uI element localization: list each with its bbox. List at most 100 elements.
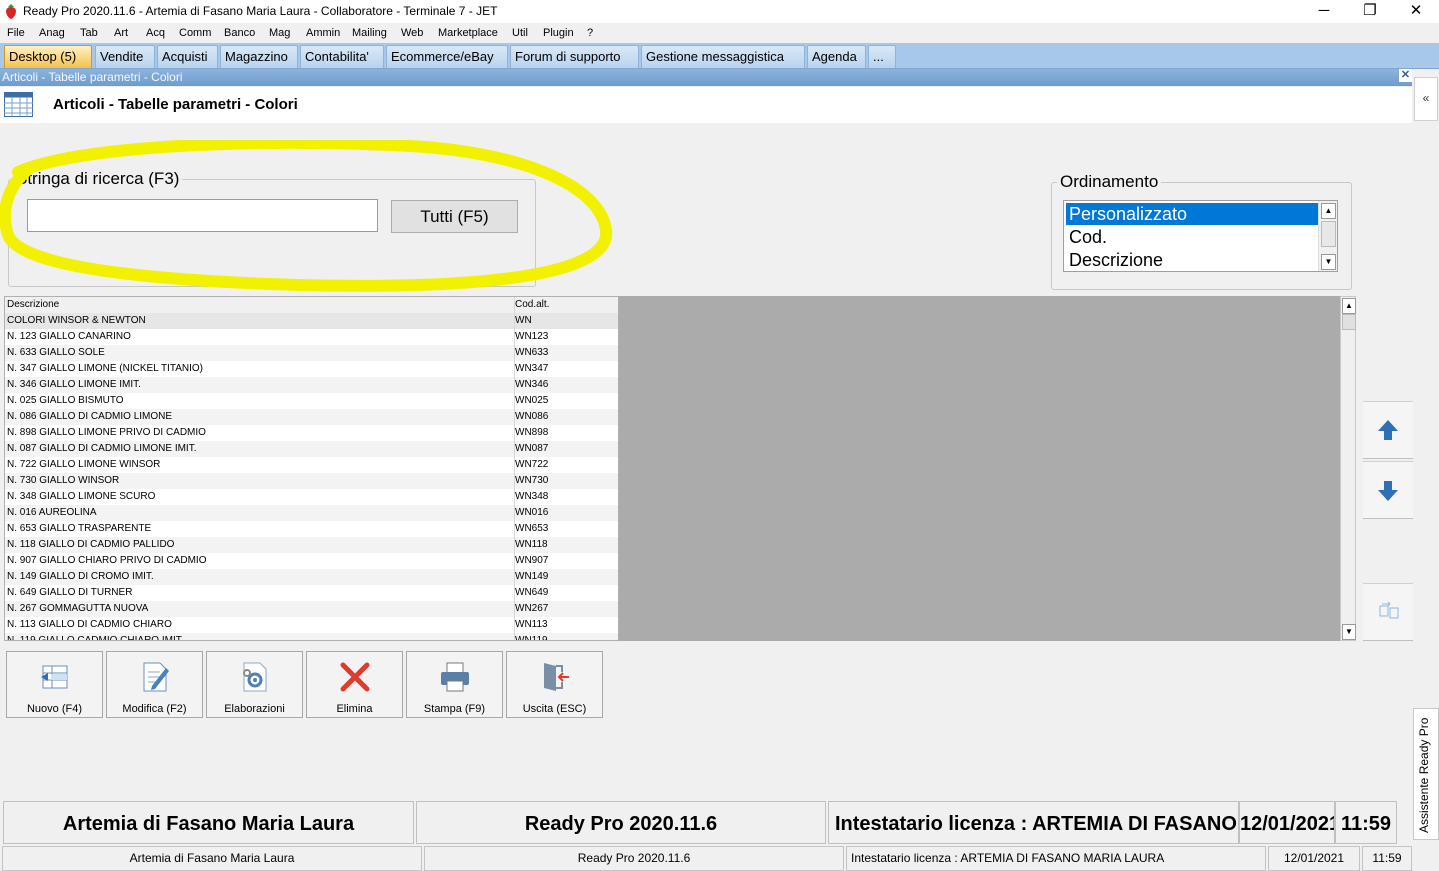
cell-descrizione: N. 086 GIALLO DI CADMIO LIMONE: [7, 411, 173, 422]
grid-empty-area: [619, 296, 1340, 641]
menu-ammin[interactable]: Ammin: [306, 27, 340, 39]
table-row[interactable]: N. 907 GIALLO CHIARO PRIVO DI CADMIO WN90…: [5, 553, 618, 569]
print-button[interactable]: Stampa (F9): [406, 651, 503, 718]
process-button[interactable]: Elaborazioni: [206, 651, 303, 718]
menu-comm[interactable]: Comm: [179, 27, 211, 39]
table-row[interactable]: N. 348 GIALLO LIMONE SCURO WN348: [5, 489, 618, 505]
edit-icon: [143, 662, 169, 692]
menu-banco[interactable]: Banco: [224, 27, 255, 39]
table-row[interactable]: N. 118 GIALLO DI CADMIO PALLIDO WN118: [5, 537, 618, 553]
table-row[interactable]: N. 086 GIALLO DI CADMIO LIMONE WN086: [5, 409, 618, 425]
move-up-button[interactable]: [1363, 401, 1413, 459]
tab-vendite[interactable]: Vendite: [95, 45, 155, 68]
cell-descrizione: N. 649 GIALLO DI TURNER: [7, 587, 133, 598]
sort-scrollbar[interactable]: ▲ ▼: [1318, 201, 1337, 271]
sort-listbox[interactable]: Personalizzato Cod. Descrizione ▲ ▼: [1063, 200, 1338, 272]
table-row[interactable]: N. 653 GIALLO TRASPARENTE WN653: [5, 521, 618, 537]
highlight-annotation: [0, 140, 613, 292]
tab-more[interactable]: ...: [868, 45, 896, 68]
move-down-button[interactable]: [1363, 461, 1413, 519]
menu-art[interactable]: Art: [114, 27, 128, 39]
assistant-tab[interactable]: Assistente Ready Pro: [1413, 708, 1439, 840]
status-version: Ready Pro 2020.11.6: [416, 801, 826, 844]
collapse-panel-button[interactable]: «: [1414, 77, 1438, 121]
column-header-codalt[interactable]: Cod.alt.: [514, 297, 615, 313]
table-row[interactable]: N. 722 GIALLO LIMONE WINSOR WN722: [5, 457, 618, 473]
table-row[interactable]: N. 633 GIALLO SOLE WN633: [5, 345, 618, 361]
arrow-up-icon: [1378, 420, 1398, 440]
tab-magazzino[interactable]: Magazzino: [220, 45, 298, 68]
tab-contabilita[interactable]: Contabilita': [300, 45, 384, 68]
menu-acq[interactable]: Acq: [146, 27, 165, 39]
table-row[interactable]: N. 898 GIALLO LIMONE PRIVO DI CADMIO WN89…: [5, 425, 618, 441]
scroll-up-icon[interactable]: ▲: [1342, 298, 1356, 314]
close-button[interactable]: ✕: [1393, 0, 1439, 23]
menu-mag[interactable]: Mag: [269, 27, 290, 39]
window-titlebar: Ready Pro 2020.11.6 - Artemia di Fasano …: [0, 0, 1439, 23]
scroll-down-icon[interactable]: ▼: [1342, 624, 1356, 640]
table-row[interactable]: N. 346 GIALLO LIMONE IMIT. WN346: [5, 377, 618, 393]
table-row[interactable]: N. 730 GIALLO WINSOR WN730: [5, 473, 618, 489]
table-row[interactable]: N. 016 AUREOLINA WN016: [5, 505, 618, 521]
table-row[interactable]: N. 347 GIALLO LIMONE (NICKEL TITANIO) WN3…: [5, 361, 618, 377]
table-row[interactable]: N. 123 GIALLO CANARINO WN123: [5, 329, 618, 345]
sort-option-cod[interactable]: Cod.: [1066, 226, 1319, 248]
grid-scrollbar[interactable]: ▲ ▼: [1340, 296, 1356, 641]
arrow-down-icon: [1378, 481, 1398, 501]
scroll-thumb[interactable]: [1342, 314, 1356, 330]
table-row[interactable]: N. 267 GOMMAGUTTA NUOVA WN267: [5, 601, 618, 617]
table-row[interactable]: N. 025 GIALLO BISMUTO WN025: [5, 393, 618, 409]
menu-tab[interactable]: Tab: [80, 27, 98, 39]
new-button[interactable]: Nuovo (F4): [6, 651, 103, 718]
exit-button[interactable]: Uscita (ESC): [506, 651, 603, 718]
cell-descrizione: N. 347 GIALLO LIMONE (NICKEL TITANIO): [7, 363, 203, 374]
table-row[interactable]: N. 113 GIALLO DI CADMIO CHIARO WN113: [5, 617, 618, 633]
status-bar-company: Artemia di Fasano Maria Laura: [2, 846, 422, 871]
sort-option-descrizione[interactable]: Descrizione: [1066, 249, 1319, 271]
page-title: Articoli - Tabelle parametri - Colori: [53, 96, 298, 113]
swap-button[interactable]: [1363, 583, 1413, 641]
cell-descrizione: N. 087 GIALLO DI CADMIO LIMONE IMIT.: [7, 443, 197, 454]
tab-messaggistica[interactable]: Gestione messaggistica: [641, 45, 805, 68]
delete-button[interactable]: Elimina: [306, 651, 403, 718]
menu-web[interactable]: Web: [401, 27, 423, 39]
menu-help[interactable]: ?: [587, 27, 593, 39]
tab-forum[interactable]: Forum di supporto: [510, 45, 639, 68]
menu-file[interactable]: File: [7, 27, 25, 39]
cell-descrizione: N. 722 GIALLO LIMONE WINSOR: [7, 459, 161, 470]
cell-descrizione: N. 348 GIALLO LIMONE SCURO: [7, 491, 156, 502]
scroll-down-icon[interactable]: ▼: [1321, 254, 1336, 270]
table-row[interactable]: N. 087 GIALLO DI CADMIO LIMONE IMIT. WN08…: [5, 441, 618, 457]
scroll-up-icon[interactable]: ▲: [1321, 203, 1336, 219]
minimize-button[interactable]: ─: [1301, 0, 1347, 23]
tab-desktop[interactable]: Desktop (5): [4, 45, 92, 68]
cell-descrizione: N. 346 GIALLO LIMONE IMIT.: [7, 379, 141, 390]
sort-option-personalizzato[interactable]: Personalizzato: [1066, 203, 1319, 225]
table-icon: [4, 92, 33, 117]
menu-plugin[interactable]: Plugin: [543, 27, 574, 39]
table-row[interactable]: N. 649 GIALLO DI TURNER WN649: [5, 585, 618, 601]
cell-descrizione: N. 653 GIALLO TRASPARENTE: [7, 523, 152, 534]
tab-ecommerce[interactable]: Ecommerce/eBay: [386, 45, 508, 68]
assistant-label: Assistente Ready Pro: [1417, 717, 1431, 833]
cell-descrizione: N. 123 GIALLO CANARINO: [7, 331, 131, 342]
menu-util[interactable]: Util: [512, 27, 528, 39]
subwindow-close-button[interactable]: ✕: [1399, 69, 1412, 82]
status-time: 11:59: [1335, 801, 1397, 844]
table-row[interactable]: N. 149 GIALLO DI CROMO IMIT. WN149: [5, 569, 618, 585]
table-row[interactable]: COLORI WINSOR & NEWTON WN: [5, 313, 618, 329]
status-company: Artemia di Fasano Maria Laura: [3, 801, 414, 844]
menu-mailing[interactable]: Mailing: [352, 27, 387, 39]
data-grid[interactable]: Descrizione Cod.alt. COLORI WINSOR & NEW…: [4, 296, 619, 641]
restore-button[interactable]: ❐: [1347, 0, 1393, 23]
scroll-thumb[interactable]: [1321, 221, 1336, 247]
menu-marketplace[interactable]: Marketplace: [438, 27, 498, 39]
cell-codalt: WN086: [514, 409, 615, 425]
tab-acquisti[interactable]: Acquisti: [157, 45, 218, 68]
table-row[interactable]: N. 119 GIALLO CADMIO CHIARO IMIT. WN119: [5, 633, 618, 640]
menu-anag[interactable]: Anag: [39, 27, 65, 39]
column-header-descrizione[interactable]: Descrizione: [7, 297, 507, 313]
tab-agenda[interactable]: Agenda: [807, 45, 866, 68]
cell-codalt: WN649: [514, 585, 615, 601]
edit-button[interactable]: Modifica (F2): [106, 651, 203, 718]
